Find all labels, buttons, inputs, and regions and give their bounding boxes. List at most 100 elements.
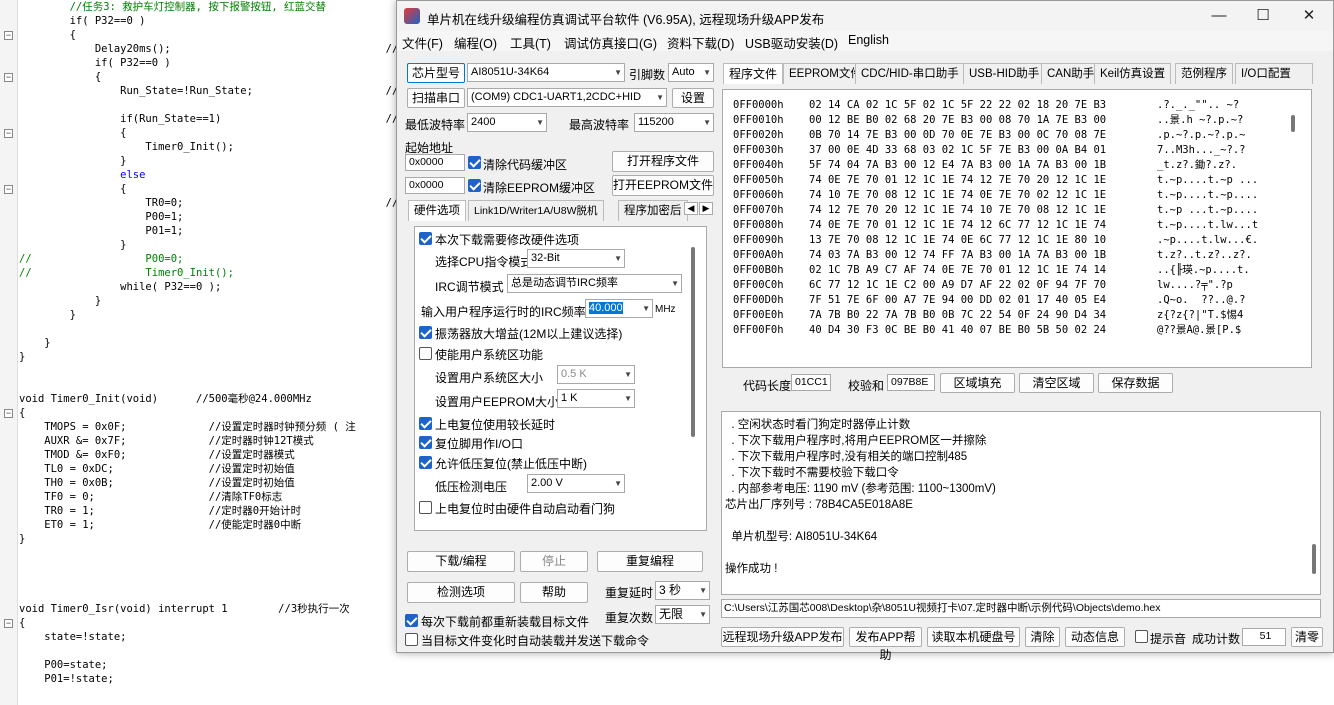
publish-app-button[interactable]: 远程现场升级APP发布 — [721, 627, 844, 647]
eeprom-address-input[interactable]: 0x0000 — [405, 177, 465, 194]
clear-code-checkbox[interactable] — [468, 156, 481, 169]
fold-toggle-icon[interactable]: − — [4, 31, 13, 40]
user-sys-size-select[interactable]: 0.5 K ▼ — [557, 365, 635, 384]
code-line: } — [19, 295, 102, 307]
tab-io-config[interactable]: I/O口配置 — [1235, 63, 1313, 84]
publish-help-button[interactable]: 发布APP帮助 — [849, 627, 922, 662]
open-eeprom-button[interactable]: 打开EEPROM文件 — [612, 175, 714, 196]
long-delay-checkbox[interactable] — [419, 417, 432, 430]
scan-port-button[interactable]: 扫描串口 — [407, 88, 465, 108]
low-volt-reset-checkbox[interactable] — [419, 456, 432, 469]
code-line: { — [19, 29, 76, 41]
clear-eeprom-checkbox[interactable] — [468, 179, 481, 192]
chevron-down-icon: ▼ — [614, 68, 622, 77]
clear-area-button[interactable]: 清空区域 — [1019, 373, 1094, 393]
fold-toggle-icon[interactable]: − — [4, 185, 13, 194]
clear-eeprom-label: 清除EEPROM缓冲区 — [483, 181, 596, 195]
menu-english[interactable]: English — [848, 33, 889, 47]
log-scrollbar[interactable] — [1312, 544, 1316, 574]
tab-usb-hid[interactable]: USB-HID助手 — [963, 63, 1046, 84]
tab-scroll-right-icon[interactable]: ▶ — [699, 202, 713, 215]
fold-toggle-icon[interactable]: − — [4, 409, 13, 418]
open-program-button[interactable]: 打开程序文件 — [612, 151, 714, 172]
low-volt-select[interactable]: 2.00 V ▼ — [527, 474, 625, 493]
menu-debug[interactable]: 调试仿真接口(G) — [564, 33, 657, 52]
user-sys-checkbox[interactable] — [419, 347, 432, 360]
detect-options-button[interactable]: 检测选项 — [407, 582, 515, 603]
minimize-button[interactable]: — — [1199, 5, 1239, 27]
save-data-button[interactable]: 保存数据 — [1098, 373, 1173, 393]
menu-program[interactable]: 编程(O) — [454, 33, 497, 52]
menu-usb-driver[interactable]: USB驱动安装(D) — [745, 33, 838, 52]
eeprom-size-select[interactable]: 1 K ▼ — [557, 389, 635, 408]
menu-file[interactable]: 文件(F) — [402, 33, 443, 52]
tab-link1d[interactable]: Link1D/Writer1A/U8W脱机 — [468, 200, 604, 221]
hex-view[interactable]: 0FF0000h 02 14 CA 02 1C 5F 02 1C 5F 22 22… — [722, 89, 1312, 368]
cpu-mode-select[interactable]: 32-Bit ▼ — [527, 249, 625, 268]
modify-hw-checkbox[interactable] — [419, 232, 432, 245]
chip-model-select[interactable]: AI8051U-34K64 ▼ — [467, 63, 625, 82]
code-line: P00=state; — [19, 659, 108, 671]
hex-bytes: 00 12 BE B0 02 68 20 7E B3 00 08 70 1A 7… — [809, 114, 1107, 126]
code-address-input[interactable]: 0x0000 — [405, 154, 465, 171]
max-baud-select[interactable]: 115200 ▼ — [634, 113, 714, 132]
hex-address: 0FF0020h — [733, 129, 784, 141]
tab-encrypt[interactable]: 程序加密后 — [618, 200, 688, 221]
irc-freq-select[interactable]: 40.000 ▼ — [585, 299, 653, 318]
code-editor[interactable]: − − − − − − //任务3: 救护车灯控制器, 按下报警按钮, 红蓝交替 if( … — [0, 0, 400, 705]
cpu-mode-value: 32-Bit — [531, 252, 560, 264]
repeat-count-select[interactable]: 无限 ▼ — [655, 605, 710, 624]
maximize-button[interactable]: ☐ — [1243, 5, 1283, 27]
clear-log-button[interactable]: 清除 — [1025, 627, 1060, 647]
tab-program-file[interactable]: 程序文件 — [723, 63, 784, 84]
tab-examples[interactable]: 范例程序 — [1175, 63, 1233, 84]
hex-address: 0FF00B0h — [733, 264, 784, 276]
fold-toggle-icon[interactable]: − — [4, 73, 13, 82]
tab-cdc-serial[interactable]: CDC/HID-串口助手 — [855, 63, 965, 84]
hex-bytes: 74 03 7A B3 00 12 74 FF 7A B3 00 1A 7A B… — [809, 249, 1107, 261]
stop-button[interactable]: 停止 — [520, 551, 588, 572]
hex-scrollbar[interactable] — [1291, 115, 1295, 132]
auto-reload-checkbox[interactable] — [405, 633, 418, 646]
reload-each-checkbox[interactable] — [405, 614, 418, 627]
user-sys-size-label: 设置用户系统区大小 — [435, 371, 544, 385]
log-output[interactable]: . 空闲状态时看门狗定时器停止计数 . 下次下载用户程序时,将用户EEPROM区… — [721, 411, 1321, 595]
hw-scrollbar[interactable] — [691, 247, 695, 437]
menu-download[interactable]: 资料下载(D) — [667, 33, 734, 52]
fold-toggle-icon[interactable]: − — [4, 129, 13, 138]
pin-count-select[interactable]: Auto ▼ — [668, 63, 714, 82]
code-line: } — [19, 155, 127, 167]
fold-toggle-icon[interactable]: − — [4, 619, 13, 628]
menu-bar: 文件(F) 编程(O) 工具(T) 调试仿真接口(G) 资料下载(D) USB驱… — [397, 31, 1333, 51]
log-line: 芯片出厂序列号 : 78B4CA5E018A8E — [725, 499, 913, 511]
hex-bytes: 7F 51 7E 6F 00 A7 7E 94 00 DD 02 01 17 4… — [809, 294, 1107, 306]
repeat-program-button[interactable]: 重复编程 — [597, 551, 703, 572]
osc-gain-checkbox[interactable] — [419, 326, 432, 339]
close-button[interactable]: ✕ — [1289, 5, 1329, 27]
download-button[interactable]: 下载/编程 — [407, 551, 515, 572]
read-disk-button[interactable]: 读取本机硬盘号 — [927, 627, 1020, 647]
hex-ascii: t.z?..t.z?..z?. — [1157, 249, 1252, 261]
code-line: AUXR &= 0x7F; //定时器时钟12T模式 — [19, 435, 314, 447]
beep-checkbox[interactable] — [1135, 630, 1148, 643]
hex-address: 0FF0050h — [733, 174, 784, 186]
reset-io-checkbox[interactable] — [419, 436, 432, 449]
tab-can[interactable]: CAN助手 — [1041, 63, 1101, 84]
tab-scroll-left-icon[interactable]: ◀ — [684, 202, 698, 215]
min-baud-select[interactable]: 2400 ▼ — [467, 113, 547, 132]
tab-keil[interactable]: Keil仿真设置 — [1094, 63, 1172, 84]
reset-count-button[interactable]: 清零 — [1291, 627, 1323, 647]
editor-gutter: − − − − − − — [0, 0, 18, 705]
settings-button[interactable]: 设置 — [672, 88, 714, 108]
help-button[interactable]: 帮助 — [520, 582, 588, 603]
code-line: TR0=0; // — [19, 197, 399, 209]
chip-model-button[interactable]: 芯片型号 — [407, 63, 465, 83]
wdt-checkbox[interactable] — [419, 501, 432, 514]
repeat-delay-select[interactable]: 3 秒 ▼ — [655, 581, 710, 600]
anim-info-button[interactable]: 动态信息 — [1065, 627, 1125, 647]
irc-mode-select[interactable]: 总是动态调节IRC频率 ▼ — [507, 274, 682, 293]
tab-hardware-options[interactable]: 硬件选项 — [408, 200, 466, 221]
port-select[interactable]: (COM9) CDC1-UART1,2CDC+HID ▼ — [467, 88, 667, 107]
menu-tools[interactable]: 工具(T) — [510, 33, 551, 52]
area-fill-button[interactable]: 区域填充 — [940, 373, 1015, 393]
